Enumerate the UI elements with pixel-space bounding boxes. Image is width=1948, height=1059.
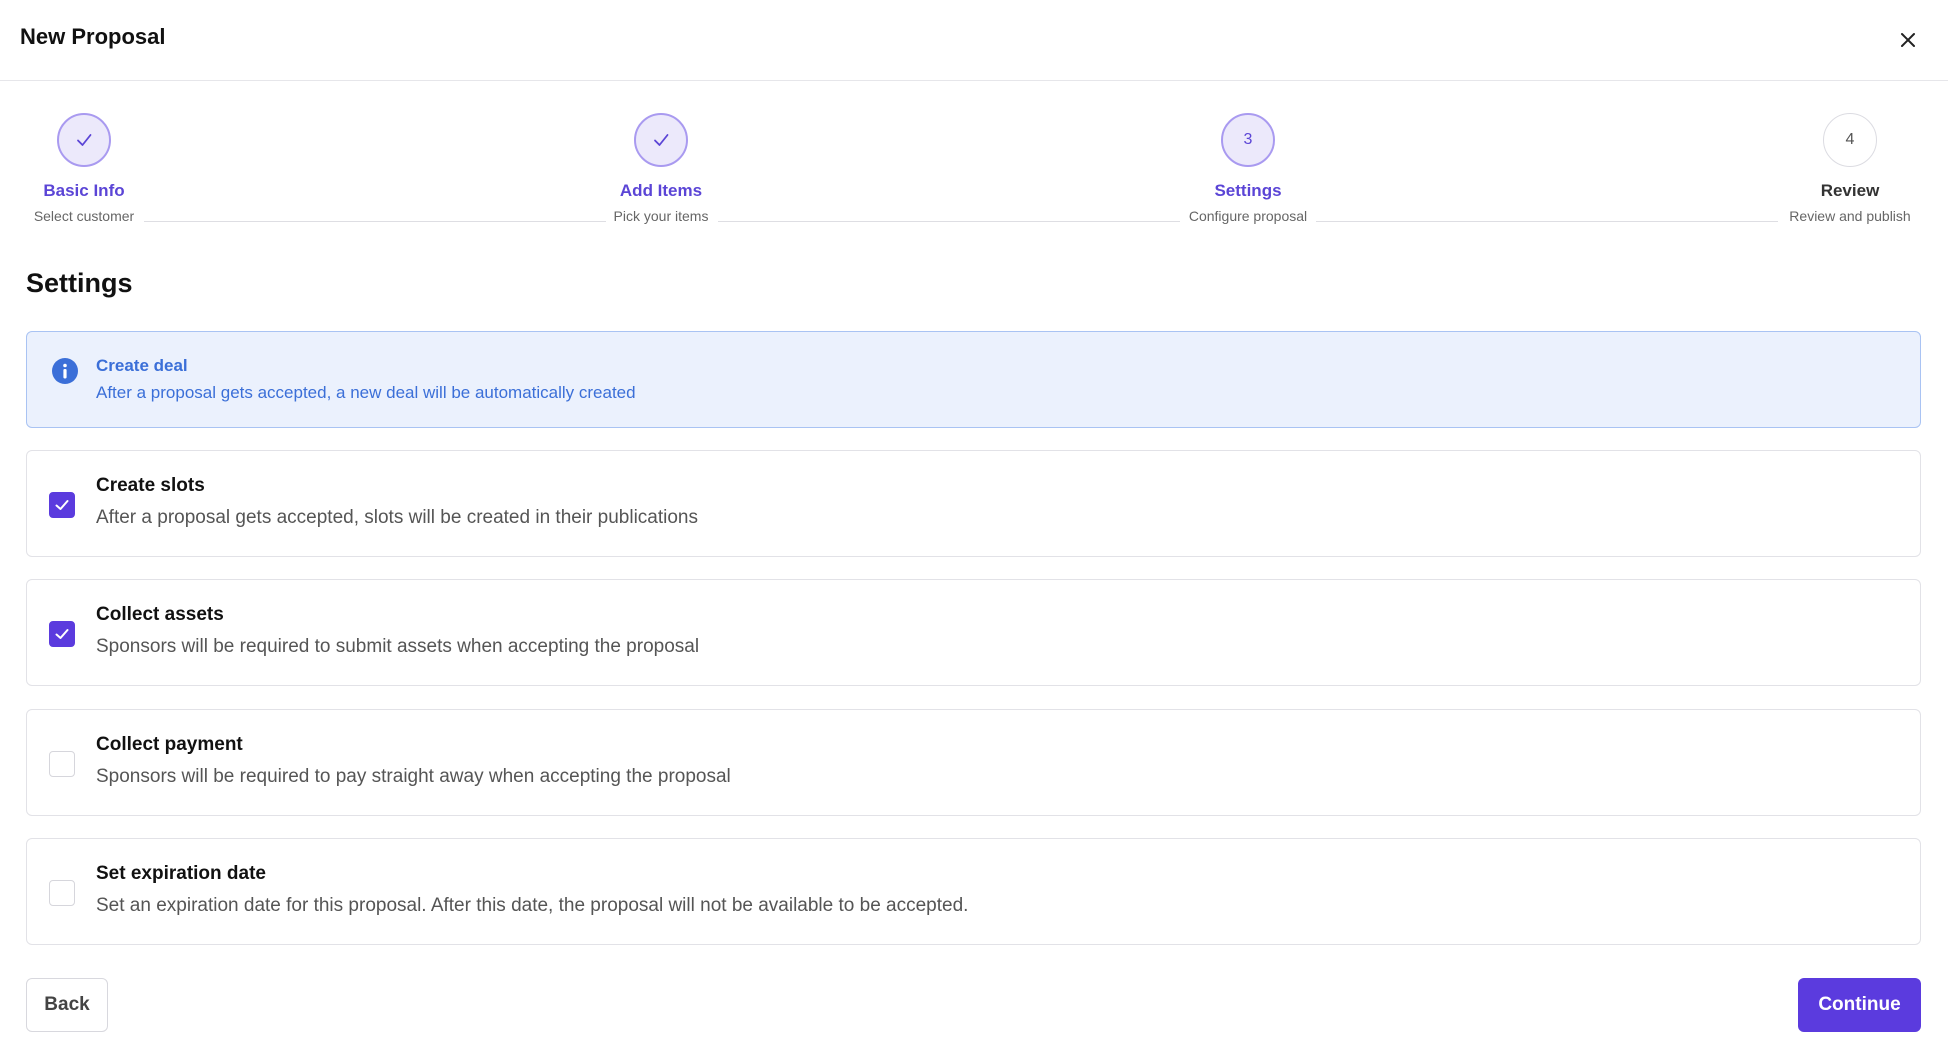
page-title: Settings xyxy=(26,268,133,298)
close-icon xyxy=(1901,33,1915,47)
check-icon xyxy=(55,629,69,639)
step-label: Review xyxy=(1820,181,1880,200)
step-connector xyxy=(144,221,606,222)
modal-header: New Proposal xyxy=(0,0,1948,81)
close-button[interactable] xyxy=(1888,20,1928,60)
create-deal-info: Create deal After a proposal gets accept… xyxy=(26,331,1921,428)
option-title: Create slots xyxy=(96,475,205,496)
option-description: Sponsors will be required to pay straigh… xyxy=(96,766,731,787)
check-icon xyxy=(77,134,92,146)
continue-button[interactable]: Continue xyxy=(1798,978,1921,1032)
info-icon xyxy=(52,358,78,384)
option-title: Collect assets xyxy=(96,604,224,625)
step-sublabel: Pick your items xyxy=(613,208,709,224)
step-add-items[interactable]: Add Items Pick your items xyxy=(591,113,731,224)
step-circle: 3 xyxy=(1221,113,1275,167)
step-circle xyxy=(634,113,688,167)
step-settings[interactable]: 3 Settings Configure proposal xyxy=(1178,113,1318,224)
option-collect-payment[interactable]: Collect payment Sponsors will be require… xyxy=(26,709,1921,816)
option-create-slots[interactable]: Create slots After a proposal gets accep… xyxy=(26,450,1921,557)
collect-assets-checkbox[interactable] xyxy=(49,621,75,647)
modal-title: New Proposal xyxy=(20,24,166,49)
option-set-expiration-date[interactable]: Set expiration date Set an expiration da… xyxy=(26,838,1921,945)
step-label: Settings xyxy=(1214,181,1282,200)
step-sublabel: Review and publish xyxy=(1789,208,1911,224)
step-label: Basic Info xyxy=(43,181,125,200)
set-expiration-date-checkbox[interactable] xyxy=(49,880,75,906)
collect-payment-checkbox[interactable] xyxy=(49,751,75,777)
step-sublabel: Select customer xyxy=(33,208,135,224)
check-icon xyxy=(654,134,669,146)
step-basic-info[interactable]: Basic Info Select customer xyxy=(14,113,154,224)
stepper: Basic Info Select customer Add Items Pic… xyxy=(0,81,1948,241)
back-button[interactable]: Back xyxy=(26,978,108,1032)
info-description: After a proposal gets accepted, a new de… xyxy=(96,383,636,402)
step-connector xyxy=(718,221,1180,222)
step-label: Add Items xyxy=(619,181,703,200)
step-circle xyxy=(57,113,111,167)
create-slots-checkbox[interactable] xyxy=(49,492,75,518)
option-description: Set an expiration date for this proposal… xyxy=(96,895,969,916)
option-collect-assets[interactable]: Collect assets Sponsors will be required… xyxy=(26,579,1921,686)
step-sublabel: Configure proposal xyxy=(1188,208,1308,224)
option-title: Set expiration date xyxy=(96,863,266,884)
step-connector xyxy=(1316,221,1778,222)
option-title: Collect payment xyxy=(96,734,243,755)
check-icon xyxy=(55,500,69,510)
step-circle: 4 xyxy=(1823,113,1877,167)
step-review[interactable]: 4 Review Review and publish xyxy=(1780,113,1920,224)
new-proposal-modal: New Proposal Basic Info Select customer xyxy=(0,0,1948,1059)
info-title: Create deal xyxy=(96,356,188,375)
option-description: Sponsors will be required to submit asse… xyxy=(96,636,700,657)
option-description: After a proposal gets accepted, slots wi… xyxy=(96,507,698,528)
